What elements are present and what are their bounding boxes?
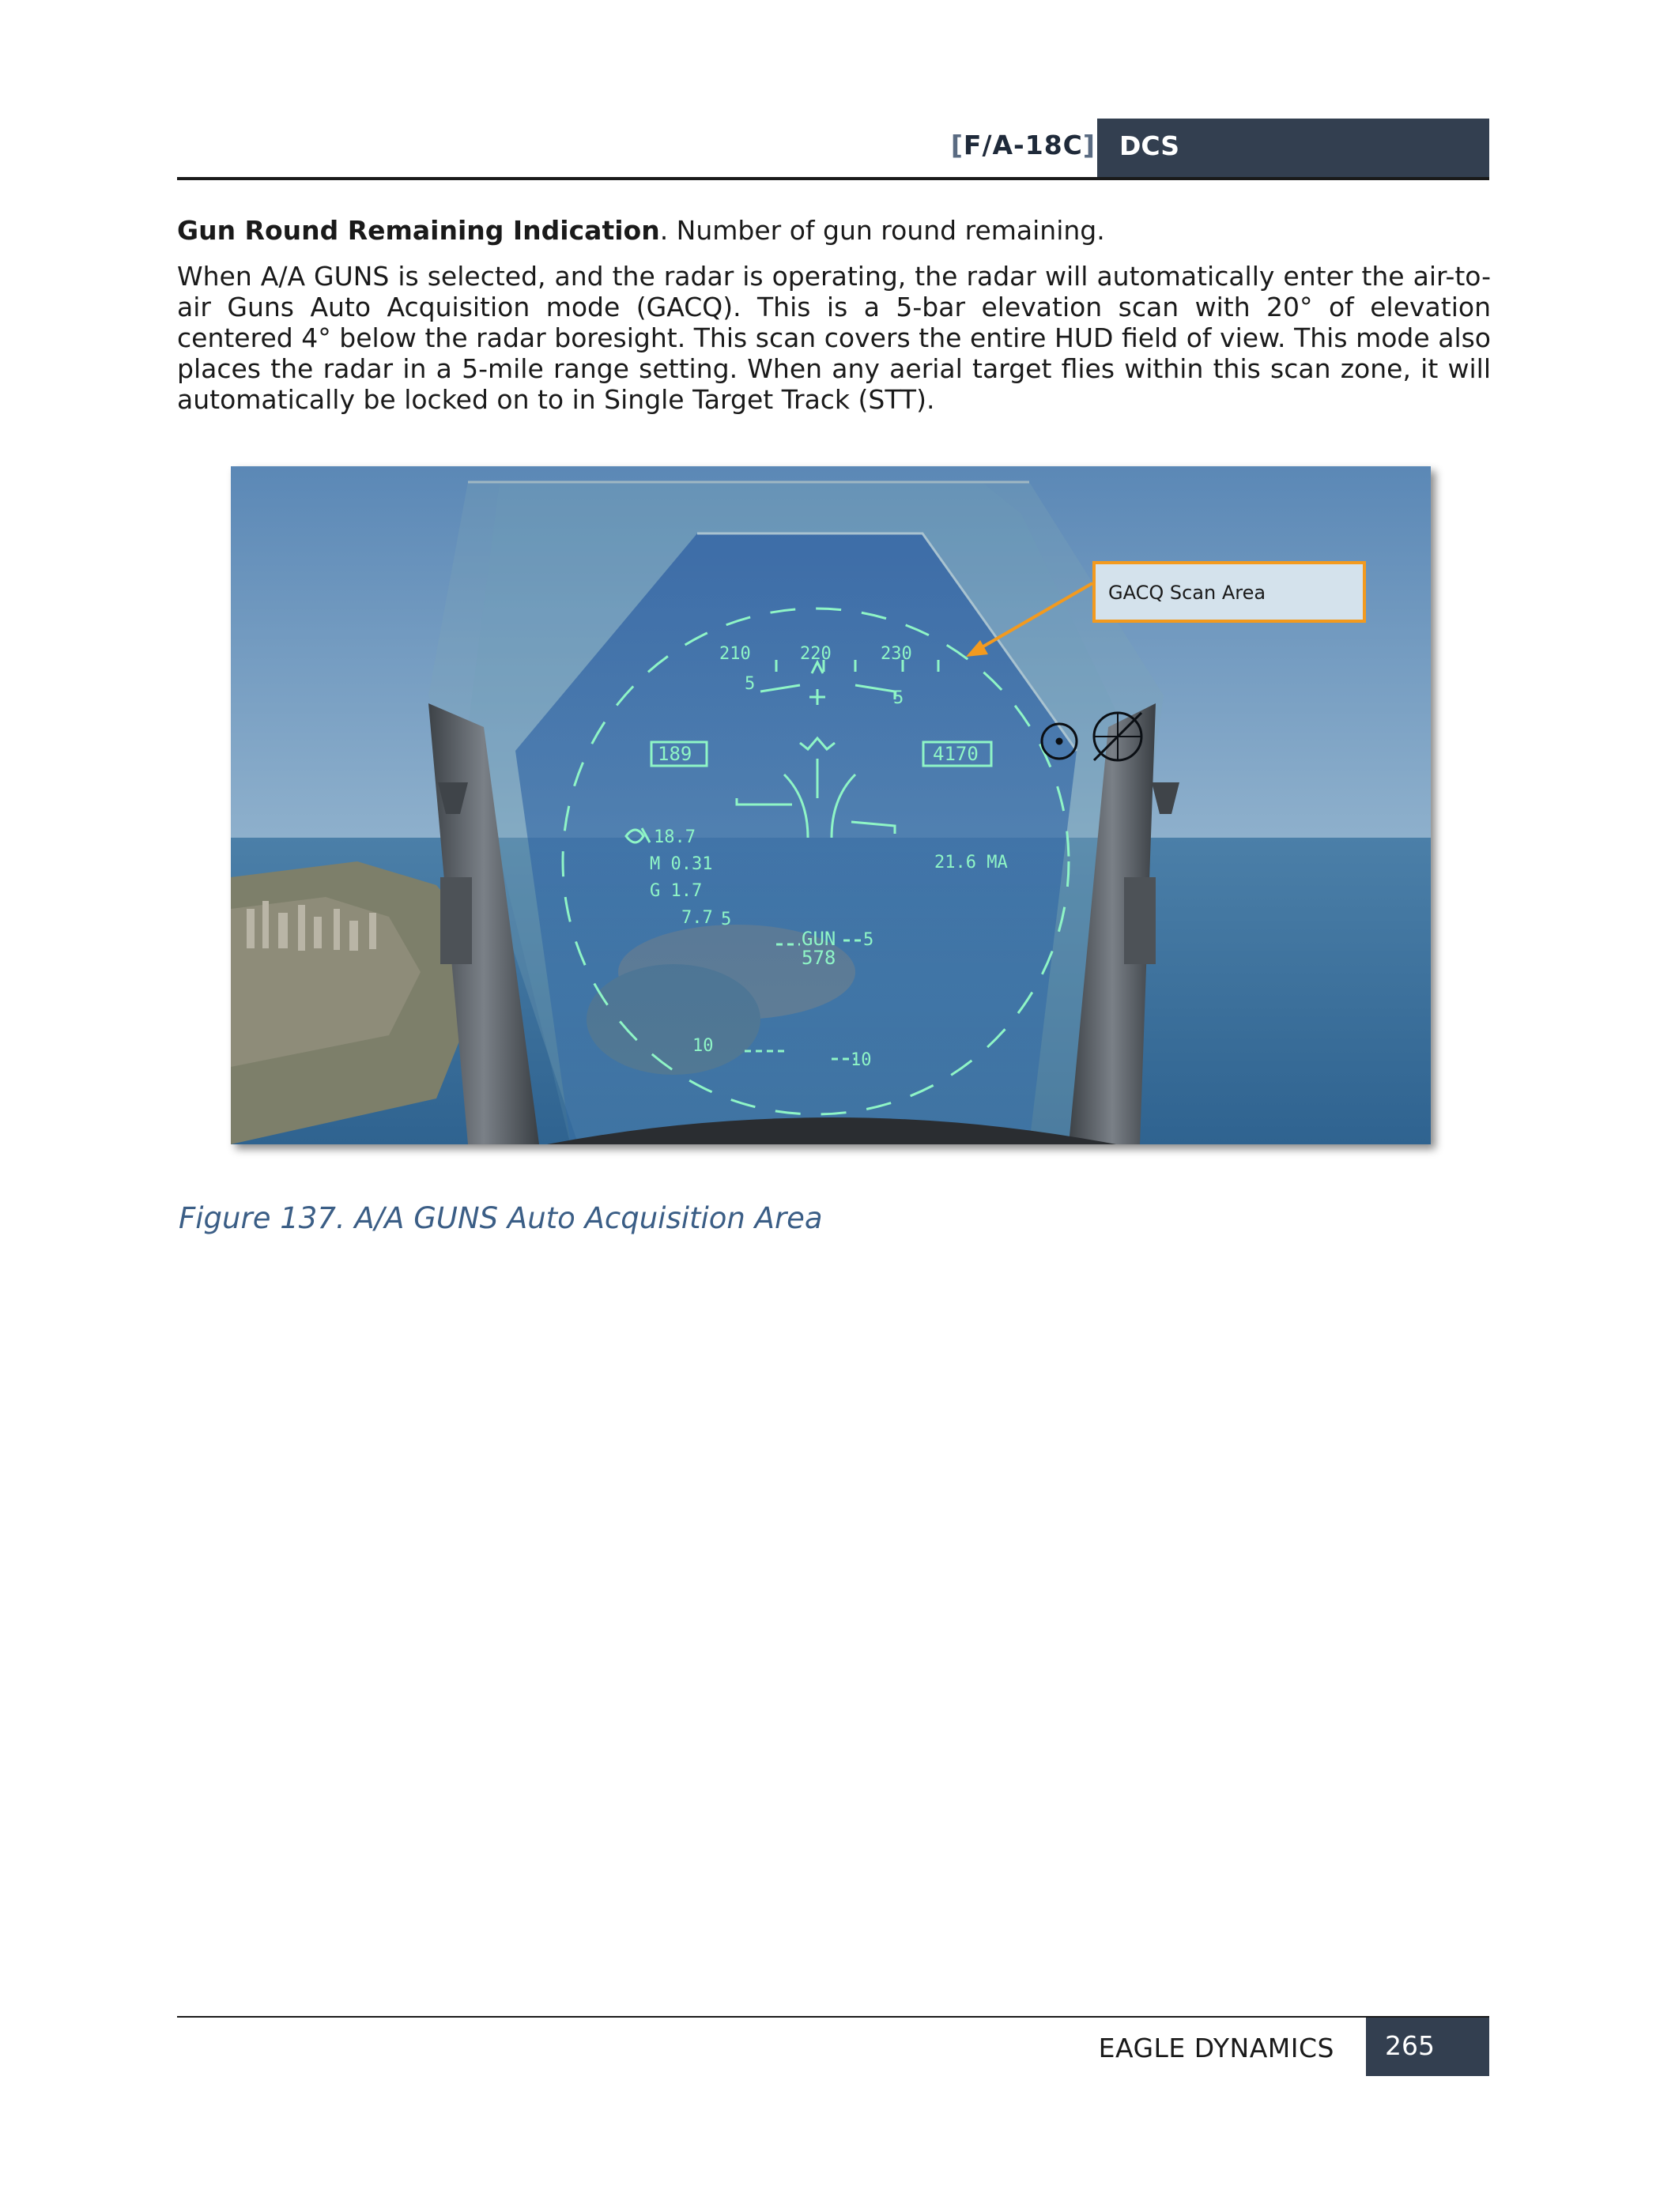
paragraph-gacq: When A/A GUNS is selected, and the radar… bbox=[177, 261, 1491, 415]
hud-peak-g: 7.7 bbox=[681, 908, 713, 928]
hud-mach: M 0.31 bbox=[650, 854, 712, 874]
hud-pitch-upper-right: 5 bbox=[893, 688, 904, 708]
term-gun-round: Gun Round Remaining Indication bbox=[177, 215, 660, 246]
hud-altitude: 4170 bbox=[933, 743, 979, 765]
dcs-badge: DCS bbox=[1097, 119, 1489, 177]
footer-company: EAGLE DYNAMICS bbox=[1098, 2033, 1334, 2063]
hud-pitch-mid-left: 5 bbox=[721, 910, 731, 929]
hud-heading-210: 210 bbox=[719, 644, 751, 664]
hud-g: G 1.7 bbox=[650, 881, 702, 901]
hud-gun-rounds: 578 bbox=[802, 947, 836, 969]
callout-label: GACQ Scan Area bbox=[1108, 582, 1266, 604]
page-header: [F/A-18C] DCS bbox=[177, 119, 1489, 177]
hud-pitch-mid-right: 5 bbox=[863, 930, 873, 950]
header-divider bbox=[177, 177, 1489, 180]
hud-pitch-lower-right: 10 bbox=[851, 1050, 872, 1070]
hud-alpha: 18.7 bbox=[654, 827, 696, 847]
footer-divider bbox=[177, 2016, 1489, 2018]
hud-range: 21.6 MA bbox=[934, 853, 1008, 872]
hud-heading-230: 230 bbox=[881, 644, 912, 664]
figure-caption: Figure 137. A/A GUNS Auto Acquisition Ar… bbox=[179, 1201, 823, 1235]
product-title: [F/A-18C] bbox=[950, 130, 1096, 160]
paragraph-gun-round: Gun Round Remaining Indication. Number o… bbox=[177, 215, 1105, 246]
hud-airspeed: 189 bbox=[658, 743, 692, 765]
hud-pitch-upper-left: 5 bbox=[745, 674, 755, 694]
page-number: 265 bbox=[1385, 2030, 1435, 2061]
hud-heading-220: 220 bbox=[800, 644, 832, 664]
page-number-badge: 265 bbox=[1366, 2018, 1489, 2076]
gacq-callout-box: GACQ Scan Area bbox=[1092, 561, 1366, 623]
hud-pitch-lower-left: 10 bbox=[692, 1036, 714, 1056]
